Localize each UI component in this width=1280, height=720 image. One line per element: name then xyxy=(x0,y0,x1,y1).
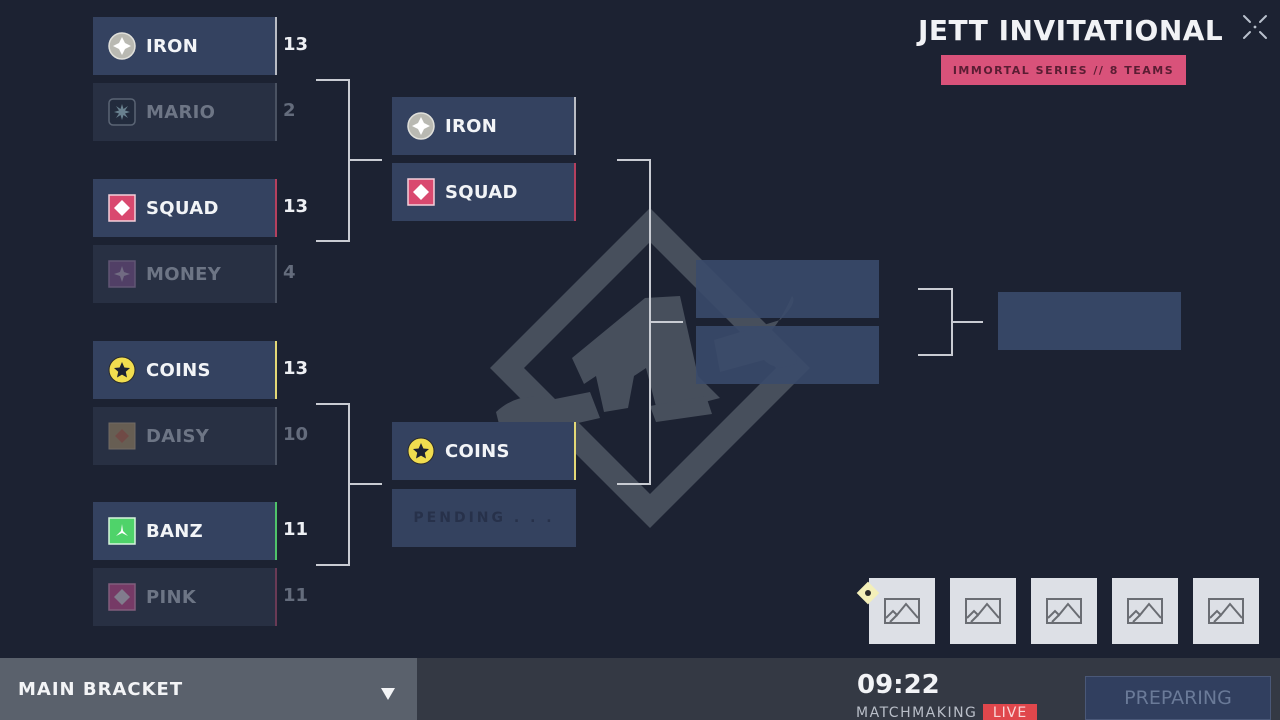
team-color-bar xyxy=(275,83,277,141)
team-score: 10 xyxy=(283,424,309,445)
money-star-icon xyxy=(108,260,136,288)
bracket-connector xyxy=(918,354,953,356)
bracket-connector xyxy=(316,403,350,405)
team-name: COINS xyxy=(146,359,211,381)
team-score: 13 xyxy=(283,358,309,379)
squad-diamond-icon xyxy=(108,194,136,222)
team-name: SQUAD xyxy=(445,181,518,203)
team-name: IRON xyxy=(445,115,498,137)
team-slot-daisy[interactable]: DAISY xyxy=(93,407,277,465)
final-slot-empty[interactable] xyxy=(998,292,1181,350)
bracket-connector xyxy=(348,483,382,485)
team-color-bar xyxy=(275,17,277,75)
team-name: PINK xyxy=(146,586,197,608)
team-color-bar xyxy=(275,568,277,626)
r2-team-slot-squad[interactable]: SQUAD xyxy=(392,163,576,221)
thumbnail-4[interactable] xyxy=(1112,578,1178,644)
r2-team-slot-coins[interactable]: COINS xyxy=(392,422,576,480)
live-badge: LIVE xyxy=(983,704,1037,720)
team-color-bar xyxy=(275,341,277,399)
coins-star-icon xyxy=(407,437,435,465)
team-score: 11 xyxy=(283,585,309,606)
close-button[interactable] xyxy=(1240,12,1270,42)
image-placeholder-icon xyxy=(884,598,920,624)
team-color-bar xyxy=(275,245,277,303)
team-score: 2 xyxy=(283,100,296,121)
team-color-bar xyxy=(574,97,576,155)
mario-burst-icon xyxy=(108,98,136,126)
team-name: BANZ xyxy=(146,520,203,542)
match-timer: 09:22 xyxy=(857,670,940,700)
thumbnail-5[interactable] xyxy=(1193,578,1259,644)
iron-crest-icon xyxy=(108,32,136,60)
tournament-subtitle: IMMORTAL SERIES // 8 TEAMS xyxy=(941,55,1186,85)
team-name: SQUAD xyxy=(146,197,219,219)
thumbnail-2[interactable] xyxy=(950,578,1016,644)
bracket-dropdown-label: MAIN BRACKET xyxy=(18,678,184,700)
team-name: DAISY xyxy=(146,425,210,447)
iron-crest-icon xyxy=(407,112,435,140)
team-score: 11 xyxy=(283,519,309,540)
tournament-title: JETT INVITATIONAL xyxy=(918,14,1224,47)
team-score: 13 xyxy=(283,34,309,55)
team-color-bar xyxy=(275,407,277,465)
close-icon xyxy=(1243,15,1267,39)
team-score: 13 xyxy=(283,196,309,217)
team-name: IRON xyxy=(146,35,199,57)
thumbnail-1[interactable] xyxy=(869,578,935,644)
team-slot-coins[interactable]: COINS xyxy=(93,341,277,399)
caret-down-icon xyxy=(381,688,395,700)
team-slot-pink[interactable]: PINK xyxy=(93,568,277,626)
matchmaking-status: MATCHMAKING xyxy=(856,705,978,720)
image-placeholder-icon xyxy=(1208,598,1244,624)
team-color-bar xyxy=(574,163,576,221)
bracket-connector xyxy=(316,79,350,81)
banz-tri-icon xyxy=(108,517,136,545)
bracket-connector xyxy=(348,159,382,161)
image-placeholder-icon xyxy=(1046,598,1082,624)
pending-slot[interactable]: PENDING . . . xyxy=(392,489,576,547)
preparing-button[interactable]: PREPARING xyxy=(1085,676,1271,720)
bracket-dropdown[interactable]: MAIN BRACKET xyxy=(0,658,417,720)
squad-diamond-icon xyxy=(407,178,435,206)
semifinal-slot-empty[interactable] xyxy=(696,260,879,318)
team-name: COINS xyxy=(445,440,510,462)
semifinal-slot-empty[interactable] xyxy=(696,326,879,384)
bracket-connector xyxy=(617,159,651,161)
team-name: MONEY xyxy=(146,263,222,285)
bracket-connector xyxy=(316,564,350,566)
daisy-diamond-icon xyxy=(108,422,136,450)
bracket-connector xyxy=(649,321,683,323)
bracket-connector xyxy=(918,288,953,290)
r2-team-slot-iron[interactable]: IRON xyxy=(392,97,576,155)
bracket-connector xyxy=(617,483,651,485)
image-placeholder-icon xyxy=(965,598,1001,624)
thumbnail-3[interactable] xyxy=(1031,578,1097,644)
team-slot-mario[interactable]: MARIO xyxy=(93,83,277,141)
team-color-bar xyxy=(574,422,576,480)
bracket-connector xyxy=(951,321,983,323)
team-slot-squad[interactable]: SQUAD xyxy=(93,179,277,237)
team-color-bar xyxy=(275,502,277,560)
team-name: MARIO xyxy=(146,101,216,123)
team-slot-banz[interactable]: BANZ xyxy=(93,502,277,560)
pink-diamond-icon xyxy=(108,583,136,611)
image-placeholder-icon xyxy=(1127,598,1163,624)
team-slot-money[interactable]: MONEY xyxy=(93,245,277,303)
team-score: 4 xyxy=(283,262,296,283)
coins-star-icon xyxy=(108,356,136,384)
bracket-connector xyxy=(316,240,350,242)
team-slot-iron[interactable]: IRON xyxy=(93,17,277,75)
team-color-bar xyxy=(275,179,277,237)
